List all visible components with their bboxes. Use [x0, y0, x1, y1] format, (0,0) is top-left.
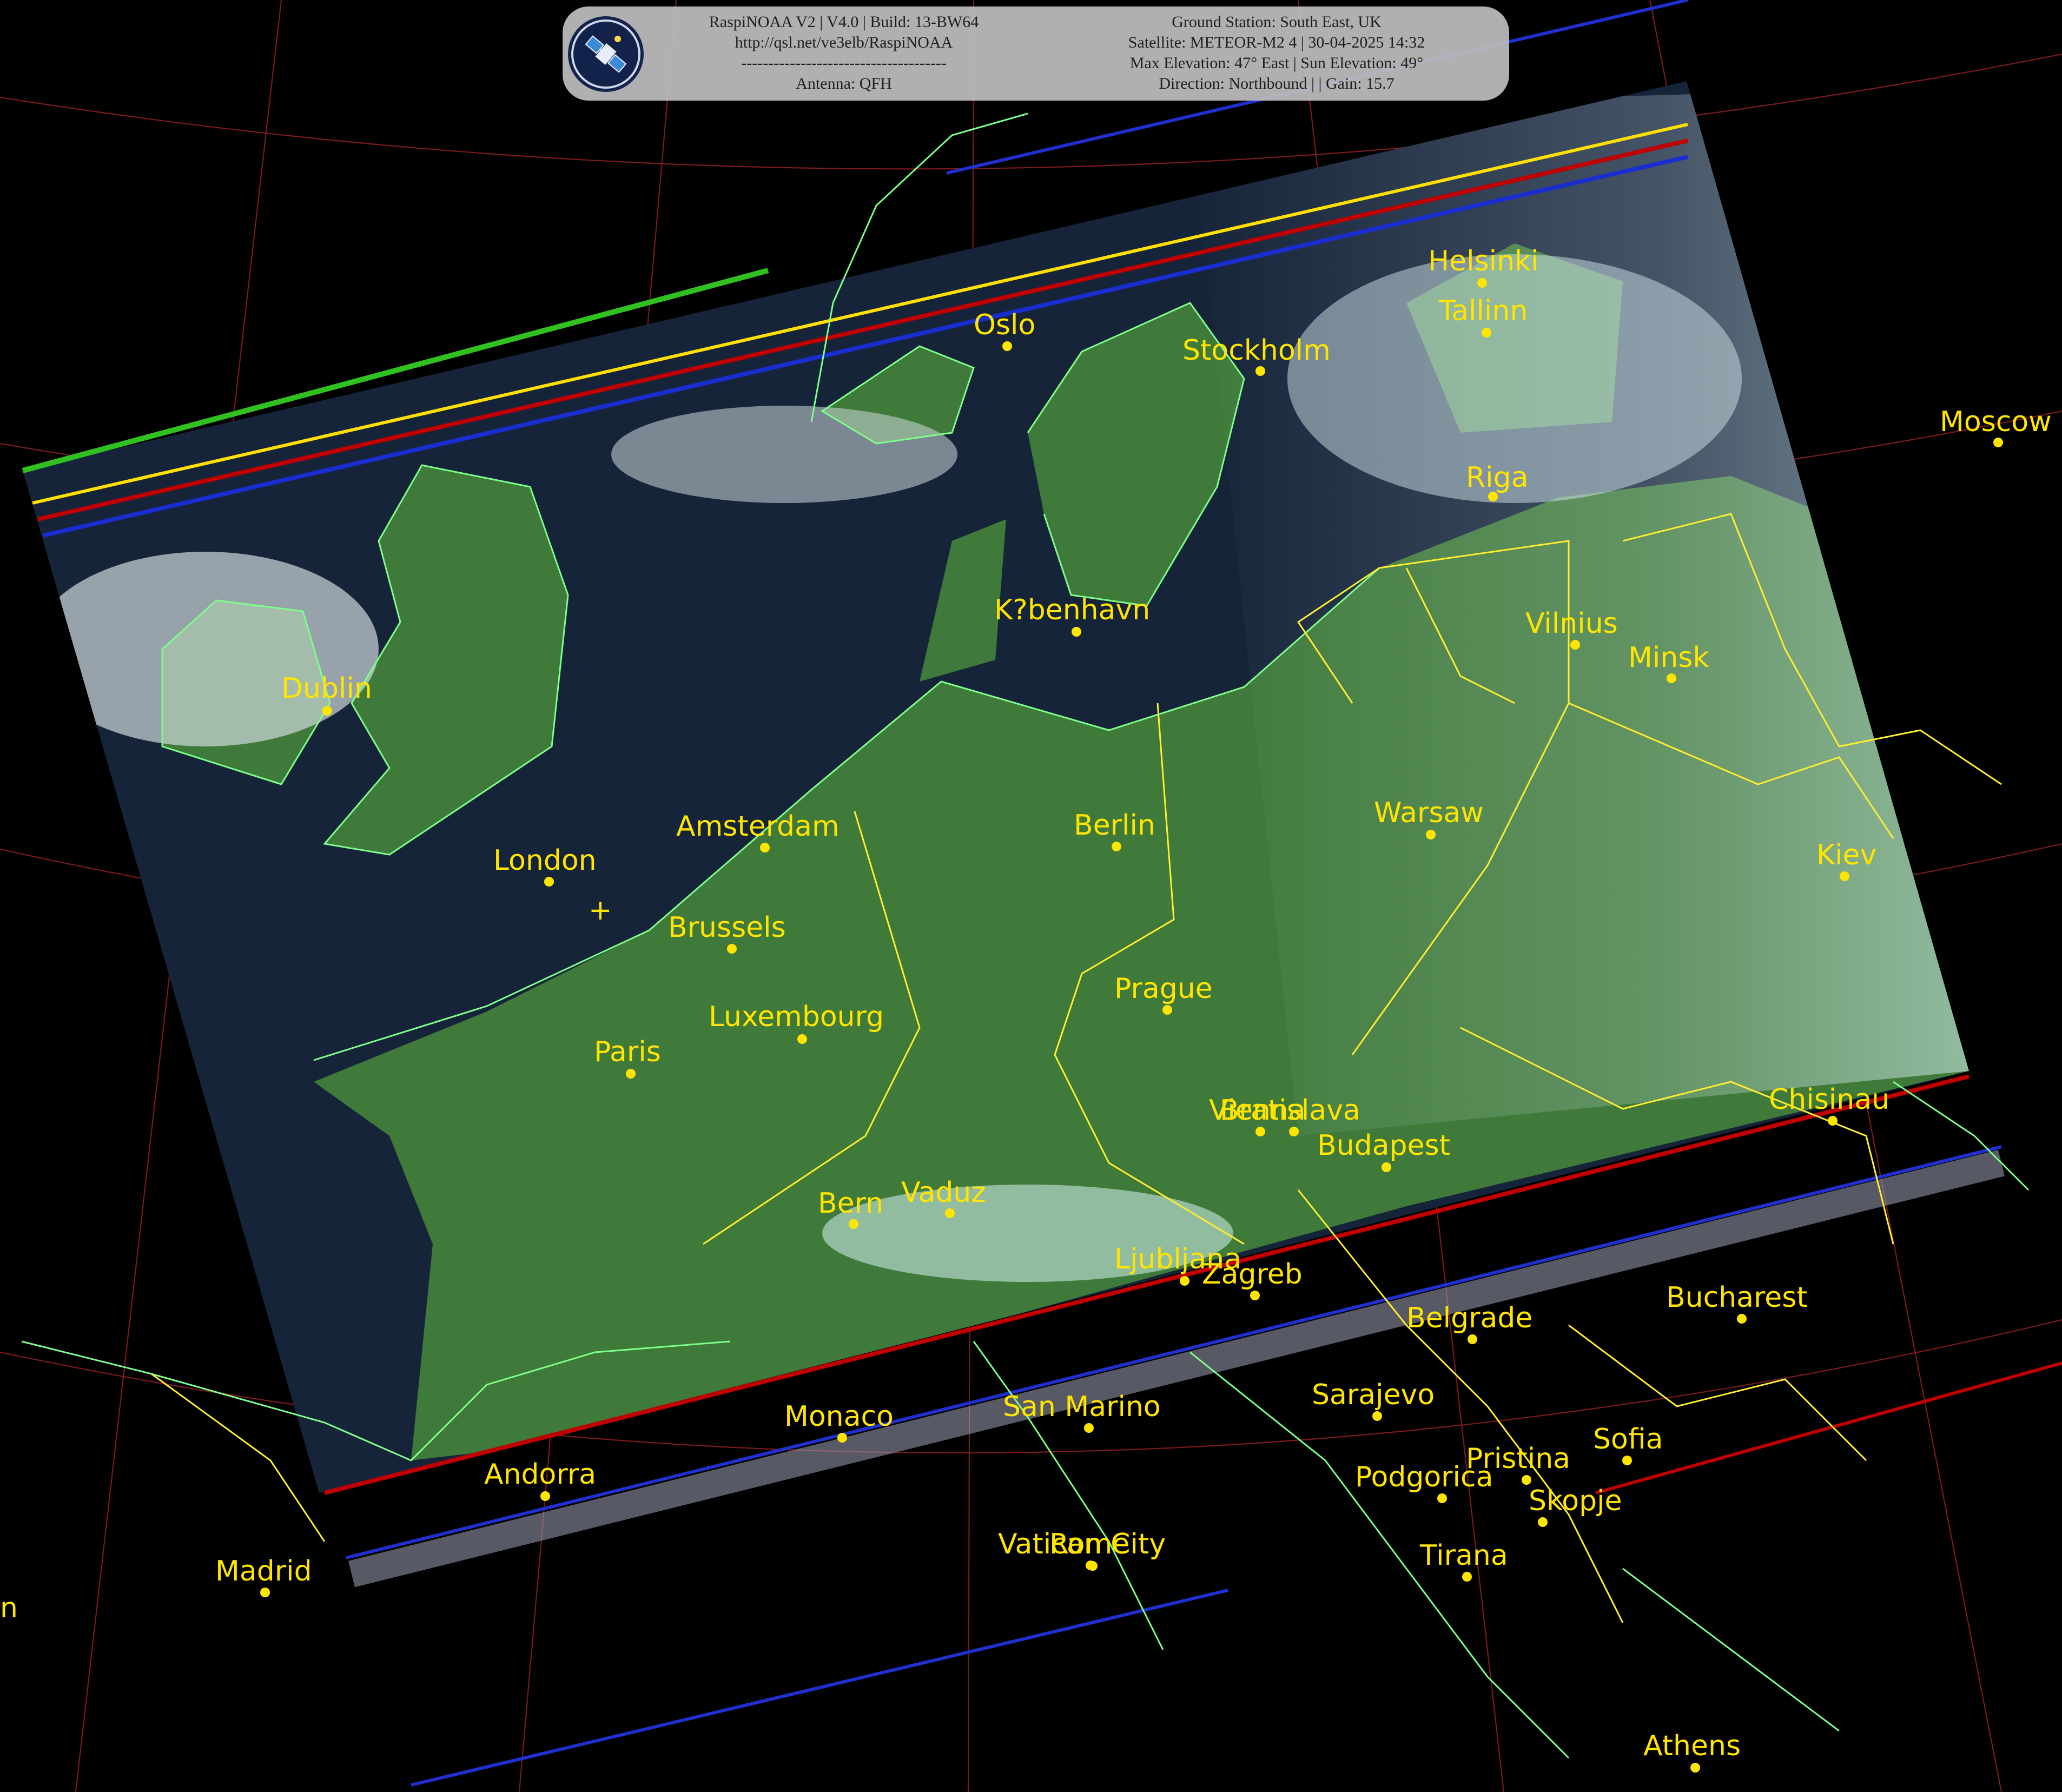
- city-dot-moscow: [1993, 438, 2003, 447]
- city-dot-podgorica: [1437, 1493, 1447, 1503]
- city-dot-vienna: [1255, 1127, 1265, 1136]
- city-label-tallinn: Tallinn: [1438, 295, 1528, 327]
- satellite-logo: [568, 16, 644, 92]
- city-label-rome: Rome: [1049, 1528, 1129, 1560]
- header-url-line: http://qsl.net/ve3elb/RaspiNOAA: [735, 34, 953, 51]
- city-label-k-benhavn: K?benhavn: [994, 594, 1150, 626]
- city-dot-london: [544, 877, 554, 887]
- city-label-berlin: Berlin: [1074, 809, 1155, 842]
- city-dot-chisinau: [1828, 1116, 1838, 1126]
- city-label-london: London: [493, 844, 597, 877]
- city-label-bucharest: Bucharest: [1666, 1281, 1808, 1314]
- header-antenna-line: Antenna: QFH: [796, 75, 892, 92]
- header-elevation-line: Max Elevation: 47° East | Sun Elevation:…: [1129, 54, 1424, 72]
- city-dot-madrid: [260, 1588, 270, 1597]
- header-build-line: RaspiNOAA V2 | V4.0 | Build: 13-BW64: [709, 13, 979, 31]
- city-dot-k-benhavn: [1072, 627, 1081, 637]
- city-label-warsaw: Warsaw: [1374, 797, 1484, 829]
- city-dot-tallinn: [1482, 328, 1491, 338]
- city-dot-andorra: [540, 1491, 550, 1501]
- city-dot-pristina: [1522, 1475, 1531, 1485]
- city-label-budapest: Budapest: [1317, 1129, 1450, 1162]
- city-dot-brussels: [727, 944, 737, 954]
- city-label-amsterdam: Amsterdam: [676, 810, 840, 843]
- city-dot-monaco: [837, 1433, 847, 1443]
- city-dot-san-marino: [1084, 1423, 1094, 1433]
- city-dot-stockholm: [1255, 366, 1265, 376]
- city-label-n: n: [0, 1592, 18, 1624]
- city-dot-sarajevo: [1372, 1411, 1382, 1421]
- city-dot-prague: [1162, 1005, 1172, 1015]
- city-label-minsk: Minsk: [1628, 642, 1709, 674]
- city-label-skopje: Skopje: [1529, 1485, 1622, 1517]
- city-dot-paris: [626, 1069, 636, 1079]
- city-label-belgrade: Belgrade: [1406, 1302, 1532, 1334]
- city-label-helsinki: Helsinki: [1428, 245, 1539, 277]
- city-dot-tirana: [1462, 1572, 1472, 1582]
- satellite-map: Helsinki Tallinn Oslo Stockholm Moscow Riga Vi…: [0, 0, 2062, 1792]
- city-label-vilnius: Vilnius: [1525, 607, 1618, 640]
- city-label-brussels: Brussels: [668, 911, 786, 944]
- city-label-athens: Athens: [1643, 1730, 1741, 1762]
- city-label-oslo: Oslo: [974, 309, 1035, 341]
- city-label-bratislava: Bratislava: [1220, 1094, 1360, 1127]
- city-label-moscow: Moscow: [1940, 406, 2052, 438]
- city-dot-budapest: [1382, 1162, 1391, 1172]
- city-dot-zagreb: [1250, 1291, 1260, 1300]
- city-dot-skopje: [1538, 1517, 1548, 1527]
- header-separator-line: --------------------------------------: [741, 54, 947, 72]
- header-direction-line: Direction: Northbound | | Gain: 15.7: [1159, 75, 1395, 92]
- city-dot-dublin: [322, 706, 332, 716]
- city-label-madrid: Madrid: [215, 1555, 312, 1588]
- city-dot-athens: [1690, 1763, 1700, 1773]
- city-dot-warsaw: [1426, 830, 1436, 839]
- ground-station-marker: +: [589, 894, 612, 927]
- city-label-zagreb: Zagreb: [1202, 1258, 1303, 1291]
- city-label-stockholm: Stockholm: [1182, 334, 1331, 367]
- city-dot-bucharest: [1737, 1314, 1747, 1324]
- city-dot-helsinki: [1477, 278, 1487, 288]
- city-label-sofia: Sofia: [1593, 1423, 1663, 1456]
- city-label-podgorica: Podgorica: [1355, 1461, 1493, 1493]
- city-dot-belgrade: [1468, 1334, 1477, 1344]
- city-dot-oslo: [1002, 341, 1012, 351]
- city-dot-luxembourg: [797, 1034, 807, 1044]
- city-label-andorra: Andorra: [484, 1458, 596, 1491]
- city-label-vaduz: Vaduz: [901, 1176, 986, 1209]
- city-label-monaco: Monaco: [784, 1400, 894, 1433]
- city-dot-ljubljana: [1180, 1276, 1189, 1286]
- city-label-prague: Prague: [1114, 973, 1213, 1005]
- city-label-san-marino: San Marino: [1003, 1391, 1161, 1423]
- city-label-riga: Riga: [1466, 461, 1528, 494]
- city-dot-vilnius: [1570, 640, 1580, 650]
- satellite-icon: [571, 19, 640, 89]
- header-station-line: Ground Station: South East, UK: [1172, 13, 1382, 31]
- city-label-kiev: Kiev: [1816, 839, 1876, 871]
- city-dot-bern: [849, 1219, 858, 1229]
- city-dot-vaduz: [945, 1208, 955, 1218]
- header-satellite-line: Satellite: METEOR-M2 4 | 30-04-2025 14:3…: [1128, 34, 1425, 51]
- city-label-sarajevo: Sarajevo: [1312, 1379, 1435, 1411]
- city-label-chisinau: Chisinau: [1769, 1083, 1889, 1116]
- city-dot-rome: [1088, 1561, 1098, 1571]
- city-label-paris: Paris: [594, 1036, 661, 1068]
- city-label-dublin: Dublin: [281, 672, 372, 705]
- city-dot-amsterdam: [760, 843, 770, 852]
- city-dot-berlin: [1112, 842, 1121, 851]
- city-dot-minsk: [1667, 673, 1676, 683]
- city-label-bern: Bern: [818, 1187, 883, 1220]
- city-dot-bratislava: [1289, 1127, 1299, 1136]
- city-label-luxembourg: Luxembourg: [709, 1001, 884, 1033]
- city-dot-kiev: [1840, 871, 1849, 881]
- city-label-tirana: Tirana: [1419, 1539, 1508, 1572]
- city-dot-sofia: [1622, 1456, 1632, 1465]
